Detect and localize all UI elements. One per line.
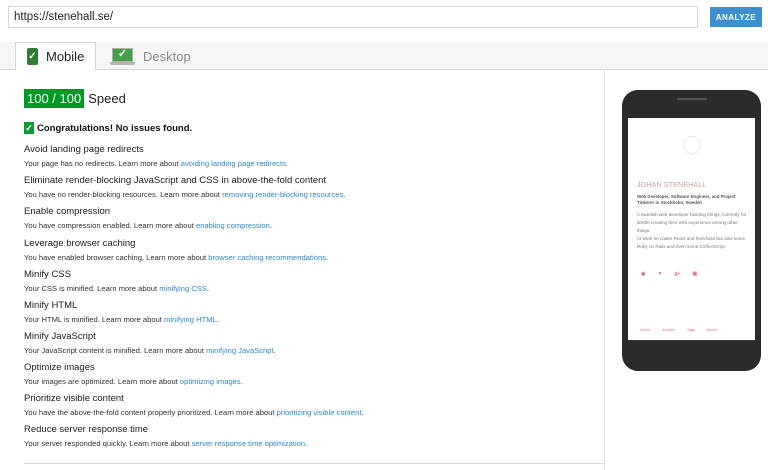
avatar: [683, 136, 701, 154]
score-label: Speed: [88, 91, 126, 106]
rule-description-text: You have no render-blocking resources. L…: [24, 190, 223, 199]
preview-social-icons: ◉ ▼ g+ ▣: [641, 271, 709, 277]
analyze-button[interactable]: ANALYZE: [710, 7, 762, 27]
desktop-check-icon: ✓: [110, 47, 135, 66]
rule-description: You have compression enabled. Learn more…: [24, 220, 272, 231]
phone-nav-bar: [628, 340, 755, 341]
rule-item: Optimize images Your images are optimized…: [24, 361, 243, 387]
column-divider: [604, 70, 605, 470]
rule-title: Avoid landing page redirects: [24, 144, 144, 155]
rule-description-suffix: .: [216, 315, 219, 324]
rule-item: Enable compression You have compression e…: [24, 205, 272, 231]
rule-description: Your JavaScript content is minified. Lea…: [24, 345, 276, 356]
rule-description-suffix: .: [285, 159, 289, 168]
preview-footer-link: About: [706, 328, 717, 332]
rule-item: Prioritize visible content You have the a…: [24, 392, 364, 418]
learn-more-link[interactable]: minifying JavaScript: [206, 346, 274, 355]
check-icon: ✓: [24, 122, 34, 134]
rule-title: Minify JavaScript: [24, 331, 96, 342]
google-plus-icon: g+: [674, 271, 681, 277]
tab-desktop-label: Desktop: [143, 49, 191, 64]
rule-description-text: You have enabled browser caching. Learn …: [24, 253, 209, 262]
rule-description: Your CSS is minified. Learn more about m…: [24, 283, 209, 294]
rule-description-suffix: .: [273, 346, 276, 355]
learn-more-link[interactable]: removing render-blocking resources: [222, 190, 343, 199]
learn-more-link[interactable]: minifying CSS: [159, 284, 207, 293]
rule-description-text: Your page has no redirects. Learn more a…: [24, 159, 181, 168]
github-icon: ◉: [641, 271, 646, 277]
rule-item: Leverage browser caching You have enabled…: [24, 237, 328, 263]
rule-description: Your page has no redirects. Learn more a…: [24, 158, 288, 169]
rule-title: Leverage browser caching: [24, 238, 136, 249]
preview-footer-link: Tags: [686, 328, 695, 332]
linkedin-icon: ▣: [692, 271, 698, 277]
preview-bio: A swedish web developer building things,…: [637, 211, 749, 251]
preview-bio-2: At work he codes React and html/sass but…: [637, 236, 746, 249]
rule-description-suffix: .: [343, 190, 346, 199]
rule-item: Reduce server response time Your server r…: [24, 423, 307, 449]
rule-description-text: Your images are optimized. Learn more ab…: [24, 377, 180, 386]
rule-title: Enable compression: [24, 206, 111, 217]
rule-description: You have no render-blocking resources. L…: [24, 189, 345, 200]
rule-title: Prioritize visible content: [24, 393, 124, 404]
phone-speaker: [677, 98, 707, 100]
rule-description-text: Your JavaScript content is minified. Lea…: [24, 346, 207, 355]
rule-description-suffix: .: [305, 439, 308, 448]
bottom-divider: [24, 463, 604, 464]
speed-score: 100 / 100 Speed: [24, 89, 126, 108]
preview-footer-links: Home Archive Tags About: [640, 328, 729, 332]
rule-description-suffix: .: [325, 253, 329, 262]
rule-description-suffix: .: [361, 408, 364, 417]
rule-title: Optimize images: [24, 362, 95, 373]
preview-footer-link: Home: [640, 328, 651, 332]
learn-more-link[interactable]: enabling compression: [196, 221, 270, 230]
phone-preview: JOHAN STENEHALL Web Developer, Software …: [622, 90, 761, 371]
rule-description-text: You have compression enabled. Learn more…: [24, 221, 196, 230]
rule-title: Minify HTML: [24, 300, 78, 311]
preview-footer-link: Archive: [662, 328, 675, 332]
phone-check-icon: ✓: [27, 48, 38, 65]
rule-description-suffix: .: [240, 377, 243, 386]
rule-description-text: Your CSS is minified. Learn more about: [24, 284, 160, 293]
rule-item: Avoid landing page redirects Your page ha…: [24, 143, 288, 169]
preview-tagline: Web Developer, Software Engineer, and Pr…: [637, 194, 736, 205]
preview-bio-1: A swedish web developer building things,…: [637, 212, 747, 233]
learn-more-link[interactable]: minifying HTML: [164, 315, 217, 324]
rule-description-suffix: .: [206, 284, 210, 293]
url-input[interactable]: [8, 6, 698, 28]
rule-title: Minify CSS: [24, 269, 71, 280]
score-badge: 100 / 100: [24, 89, 85, 108]
learn-more-link[interactable]: server response time optimization: [192, 439, 306, 448]
learn-more-link[interactable]: browser caching recommendations: [208, 253, 326, 262]
rule-description: Your server responded quickly. Learn mor…: [24, 438, 307, 449]
congrats-text: Congratulations! No issues found.: [37, 122, 193, 134]
rule-description-text: Your HTML is minified. Learn more about: [24, 315, 164, 324]
rule-title: Eliminate render-blocking JavaScript and…: [24, 175, 327, 186]
preview-site-name: JOHAN STENEHALL: [637, 182, 707, 189]
rule-item: Minify HTML Your HTML is minified. Learn …: [24, 299, 219, 325]
tab-mobile[interactable]: ✓ Mobile: [15, 42, 96, 71]
device-tab-strip: ✓ Mobile ✓ Desktop: [0, 42, 768, 71]
rule-item: Minify JavaScript Your JavaScript content…: [24, 330, 276, 356]
rule-description-text: Your server responded quickly. Learn mor…: [24, 439, 192, 448]
rule-description: Your images are optimized. Learn more ab…: [24, 376, 243, 387]
rule-description-text: You have the above-the-fold content prop…: [24, 408, 277, 417]
twitter-icon: ▼: [657, 271, 663, 277]
phone-screen: JOHAN STENEHALL Web Developer, Software …: [628, 118, 755, 340]
tab-desktop[interactable]: ✓ Desktop: [108, 42, 198, 71]
congrats-message: ✓ Congratulations! No issues found.: [24, 122, 192, 134]
rule-description: Your HTML is minified. Learn more about …: [24, 314, 219, 325]
learn-more-link[interactable]: optimizing images: [180, 377, 241, 386]
learn-more-link[interactable]: avoiding landing page redirects: [181, 159, 286, 168]
rule-item: Minify CSS Your CSS is minified. Learn mo…: [24, 268, 209, 294]
rule-description: You have the above-the-fold content prop…: [24, 407, 364, 418]
rule-description: You have enabled browser caching. Learn …: [24, 252, 328, 263]
rule-item: Eliminate render-blocking JavaScript and…: [24, 174, 345, 200]
rule-description-suffix: .: [269, 221, 272, 230]
learn-more-link[interactable]: prioritizing visible content: [277, 408, 362, 417]
tab-mobile-label: Mobile: [46, 49, 85, 64]
rule-title: Reduce server response time: [24, 424, 149, 435]
